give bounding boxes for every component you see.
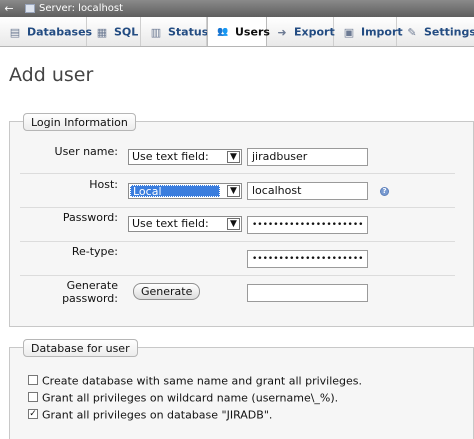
window-title-bar: ← Server: localhost [0, 0, 474, 17]
tab-label: Status [168, 25, 209, 39]
chevron-down-icon: ▼ [227, 151, 240, 163]
tab-users[interactable]: 👥 Users [207, 17, 270, 46]
checkbox[interactable] [28, 392, 38, 402]
checkbox-label: Grant all privileges on wildcard name (u… [42, 391, 339, 405]
divider [20, 275, 455, 276]
page-title: Add user [9, 64, 94, 86]
generate-password-label: Generate password: [62, 279, 118, 305]
tab-databases[interactable]: ▤ Databases [0, 17, 92, 46]
tab-settings[interactable]: ✎ Settings [397, 17, 474, 46]
generate-button[interactable]: Generate [133, 283, 201, 300]
password-input[interactable]: ••••••••••••••••••••• [247, 216, 368, 234]
host-type-select[interactable]: Local ▼ [128, 183, 242, 199]
divider [20, 207, 455, 208]
users-icon: 👥 [217, 26, 229, 37]
tab-export[interactable]: ➜ Export [267, 17, 335, 46]
grant-wildcard-option[interactable]: Grant all privileges on wildcard name (u… [28, 391, 338, 405]
checkbox-label: Grant all privileges on database "JIRADB… [42, 408, 273, 422]
checkbox-label: Create database with same name and grant… [42, 374, 363, 388]
host-input[interactable]: localhost [247, 182, 368, 200]
select-value: Use text field: [132, 150, 209, 163]
back-arrow-icon[interactable]: ← [3, 0, 15, 17]
password-label: Password: [62, 211, 118, 224]
settings-icon: ✎ [407, 25, 417, 39]
sql-icon: ▦ [96, 25, 108, 39]
server-breadcrumb[interactable]: Server: localhost [39, 0, 123, 17]
export-icon: ➜ [277, 25, 287, 39]
create-database-option[interactable]: Create database with same name and grant… [28, 374, 362, 388]
tab-label: Users [235, 25, 270, 39]
fieldset-legend: Database for user [23, 339, 138, 357]
username-label: User name: [54, 145, 118, 158]
grant-database-option[interactable]: ✓ Grant all privileges on database "JIRAD… [28, 408, 272, 422]
select-value: Use text field: [132, 217, 209, 230]
retype-label: Re-type: [71, 245, 118, 258]
database-icon: ▤ [9, 25, 21, 39]
tab-label: Export [294, 25, 335, 39]
tab-label: SQL [114, 25, 139, 39]
tab-status[interactable]: ▥ Status [141, 17, 209, 46]
help-icon[interactable]: ? [380, 187, 389, 196]
generated-password-field[interactable] [247, 284, 368, 302]
checkmark-icon[interactable]: ✓ [28, 409, 38, 419]
server-icon [25, 4, 35, 13]
tab-label: Settings [424, 25, 474, 39]
host-label: Host: [89, 178, 118, 191]
username-type-select[interactable]: Use text field: ▼ [128, 149, 242, 165]
import-icon: ▣ [343, 25, 355, 39]
tab-sql[interactable]: ▦ SQL [87, 17, 141, 46]
select-value: Local [130, 185, 220, 198]
divider [20, 241, 455, 242]
divider [20, 173, 455, 174]
retype-password-input[interactable]: ••••••••••••••••••••• [247, 250, 368, 268]
fieldset-legend: Login Information [23, 113, 136, 131]
chevron-down-icon: ▼ [227, 218, 240, 230]
chevron-down-icon: ▼ [227, 185, 240, 197]
tab-import[interactable]: ▣ Import [334, 17, 403, 46]
checkbox[interactable] [28, 375, 38, 385]
username-input[interactable]: jiradbuser [247, 148, 368, 166]
status-icon: ▥ [150, 25, 162, 39]
password-type-select[interactable]: Use text field: ▼ [128, 216, 242, 232]
top-tab-bar: ▤ Databases ▦ SQL ▥ Status 👥 Users ➜ Export ▣… [0, 17, 474, 47]
tab-label: Databases [27, 25, 93, 39]
